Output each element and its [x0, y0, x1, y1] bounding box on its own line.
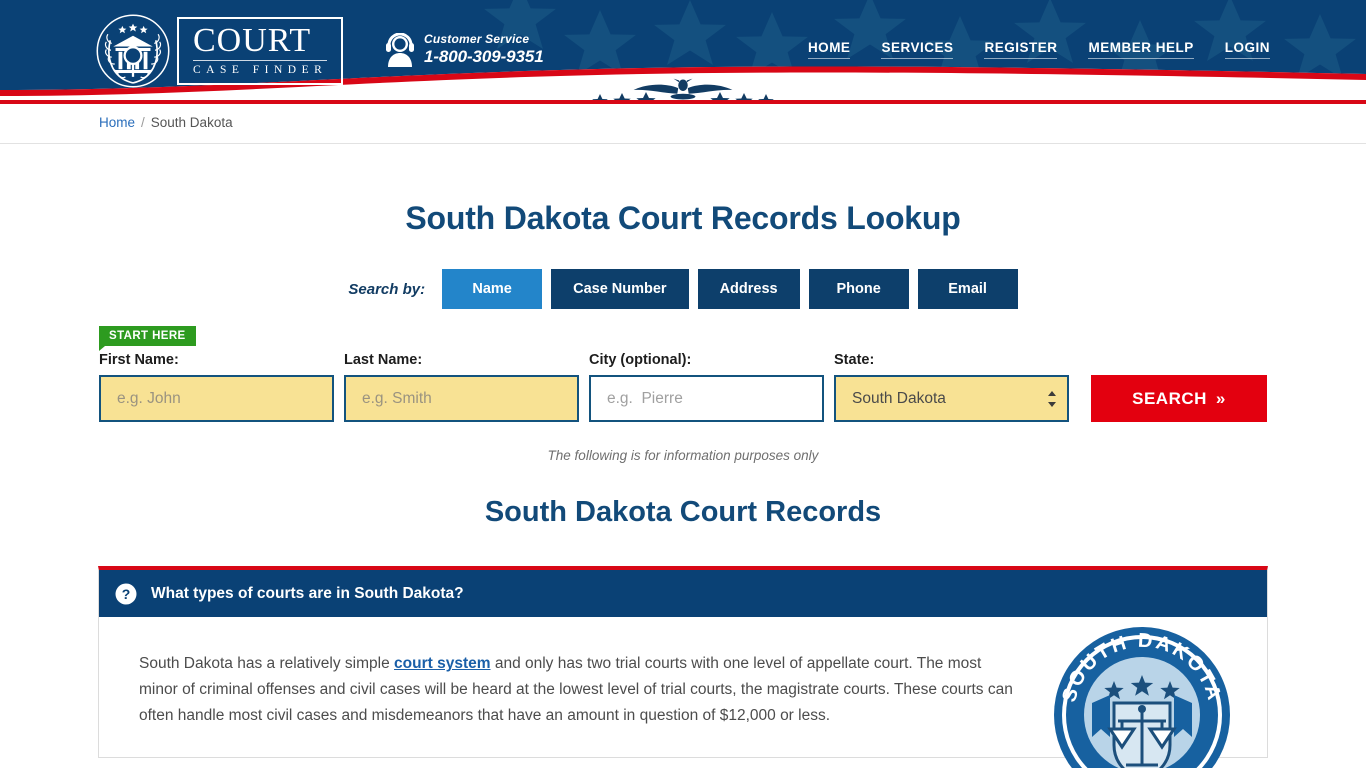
customer-service-label: Customer Service	[424, 32, 530, 46]
nav-member-help[interactable]: MEMBER HELP	[1088, 40, 1194, 59]
last-name-field-group: Last Name:	[344, 352, 579, 422]
state-field-group: State: South Dakota	[834, 352, 1069, 422]
breadcrumb-home-link[interactable]: Home	[99, 115, 135, 130]
first-name-field-group: First Name:	[99, 352, 334, 422]
tab-case-number[interactable]: Case Number	[551, 269, 689, 309]
start-here-badge: START HERE	[99, 326, 196, 351]
site-logo[interactable]: COURT CASE FINDER	[95, 11, 347, 91]
tab-email[interactable]: Email	[917, 269, 1018, 309]
breadcrumb-current: South Dakota	[150, 115, 233, 130]
nav-login[interactable]: LOGIN	[1224, 40, 1270, 59]
faq-answer: South Dakota has a relatively simple cou…	[139, 651, 1024, 729]
breadcrumb-separator: /	[141, 115, 145, 130]
svg-text:?: ?	[122, 586, 131, 602]
page-title: South Dakota Court Records Lookup	[405, 200, 961, 236]
tab-address[interactable]: Address	[697, 269, 800, 309]
breadcrumb: Home / South Dakota	[99, 115, 233, 130]
faq-body: South Dakota has a relatively simple cou…	[99, 617, 1267, 768]
customer-service-block[interactable]: Customer Service 1-800-309-9351	[385, 32, 544, 67]
search-form: START HERE First Name: Last Name: City (…	[99, 326, 1267, 422]
logo-wordmark: COURT CASE FINDER	[177, 17, 344, 85]
search-button-label: SEARCH	[1132, 388, 1207, 408]
south-dakota-seal-icon: SOUTH DAKOTA	[1054, 627, 1230, 768]
double-chevron-right-icon: »	[1215, 388, 1226, 408]
nav-register[interactable]: REGISTER	[984, 40, 1058, 59]
search-by-tabs: Search by: Name Case Number Address Phon…	[0, 269, 1366, 309]
disclaimer-text: The following is for information purpose…	[547, 448, 819, 463]
faq-header[interactable]: ? What types of courts are in South Dako…	[99, 570, 1267, 617]
court-system-link[interactable]: court system	[394, 655, 490, 672]
state-select-wrapper: South Dakota	[834, 375, 1069, 422]
last-name-label: Last Name:	[344, 352, 423, 368]
court-seal-icon	[96, 14, 170, 88]
section-title: South Dakota Court Records	[484, 496, 882, 528]
main-content: South Dakota Court Records Lookup Search…	[0, 144, 1366, 768]
customer-service-phone[interactable]: 1-800-309-9351	[424, 47, 544, 67]
question-mark-circle-icon: ?	[115, 583, 137, 604]
header-red-divider	[0, 100, 1366, 104]
faq-answer-part1: South Dakota has a relatively simple	[139, 655, 395, 672]
first-name-input[interactable]	[99, 375, 334, 422]
logo-word-court: COURT	[193, 21, 312, 59]
faq-question: What types of courts are in South Dakota…	[151, 584, 464, 602]
tab-name[interactable]: Name	[442, 269, 543, 309]
faq-card: ? What types of courts are in South Dako…	[98, 566, 1268, 768]
city-input[interactable]	[589, 375, 824, 422]
state-select[interactable]: South Dakota	[834, 375, 1069, 422]
state-label: State:	[834, 352, 875, 368]
city-field-group: City (optional):	[589, 352, 824, 422]
search-button[interactable]: SEARCH »	[1091, 375, 1267, 422]
search-form-fields: First Name: Last Name: City (optional): …	[99, 326, 1267, 422]
logo-word-case-finder: CASE FINDER	[193, 59, 328, 77]
site-header: COURT CASE FINDER Customer Service 1-800…	[0, 0, 1366, 104]
breadcrumb-bar: Home / South Dakota	[0, 104, 1366, 144]
nav-home[interactable]: HOME	[807, 40, 851, 59]
headset-agent-icon	[386, 32, 414, 67]
first-name-label: First Name:	[99, 352, 179, 368]
last-name-input[interactable]	[344, 375, 579, 422]
nav-services[interactable]: SERVICES	[881, 40, 954, 59]
search-by-label: Search by:	[348, 280, 426, 298]
tab-phone[interactable]: Phone	[808, 269, 909, 309]
main-navigation: HOME SERVICES REGISTER MEMBER HELP LOGIN	[807, 40, 1270, 59]
city-label: City (optional):	[589, 352, 692, 368]
